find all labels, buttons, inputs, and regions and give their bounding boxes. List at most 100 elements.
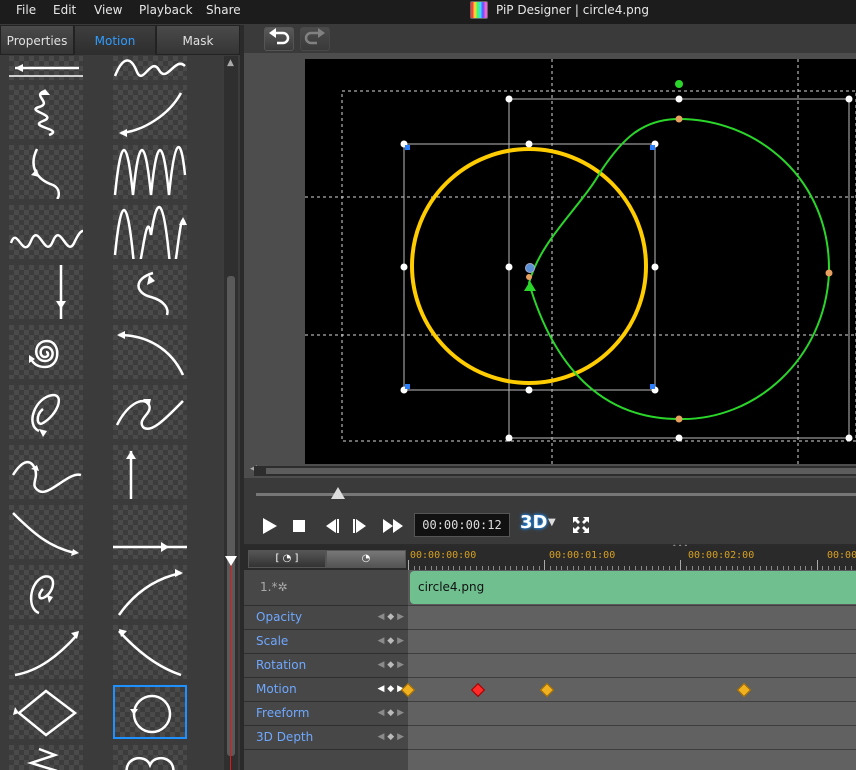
previous-frame-button[interactable]	[318, 515, 344, 537]
preset-left-arrow-line[interactable]	[9, 56, 83, 80]
menu-share[interactable]: Share	[206, 1, 241, 19]
current-keyframe[interactable]	[470, 682, 485, 698]
track-freeform[interactable]: Freeform ◀ ◆ ▶	[244, 701, 408, 725]
playhead-handle[interactable]	[225, 556, 237, 566]
preset-s-curve-down[interactable]	[113, 265, 187, 319]
lane-3d-depth[interactable]	[408, 725, 856, 749]
menu-file[interactable]: File	[16, 1, 36, 19]
anchor-point[interactable]	[525, 263, 535, 273]
vertical-up-icon	[126, 451, 136, 499]
preset-arc-down-right[interactable]	[113, 625, 187, 679]
preset-spiral[interactable]	[9, 325, 83, 379]
hscrollbar-thumb[interactable]	[266, 468, 856, 474]
lane-scale[interactable]	[408, 629, 856, 653]
diamond-icon	[13, 689, 78, 737]
ruler-label-2: 00:00:02:00	[688, 550, 755, 561]
stop-button[interactable]	[286, 515, 312, 537]
preview-area	[244, 53, 856, 478]
preset-heart[interactable]	[113, 745, 187, 770]
preset-zigzag-curve[interactable]	[113, 385, 187, 439]
preset-curve-up-right[interactable]	[113, 85, 187, 139]
scrollbar-thumb[interactable]	[227, 276, 235, 756]
preset-s-loop[interactable]	[9, 445, 83, 499]
preset-wave-line[interactable]	[113, 56, 187, 80]
loop-up-icon	[30, 575, 55, 615]
fast-forward-button[interactable]	[380, 515, 406, 537]
window-title: PiP Designer | circle4.png	[470, 0, 649, 20]
timeline-header-left: [ ◔ ] ◔	[244, 546, 408, 570]
preview-hscrollbar[interactable]	[254, 466, 856, 476]
preset-arc-up-right[interactable]	[113, 565, 187, 619]
lane-opacity[interactable]	[408, 605, 856, 629]
preview-canvas[interactable]	[305, 59, 856, 464]
preset-diagonal-down[interactable]	[9, 505, 83, 559]
lane-freeform[interactable]	[408, 701, 856, 725]
preset-horizontal-right[interactable]	[113, 505, 187, 559]
preset-small-wave[interactable]	[9, 205, 83, 259]
timeline-view-toggle-left[interactable]: [ ◔ ]	[248, 550, 326, 568]
ruler-tick	[680, 560, 682, 570]
next-frame-icon	[353, 519, 366, 533]
ruler-label-0: 00:00:00:00	[410, 550, 477, 561]
preset-arc-right[interactable]	[113, 325, 187, 379]
preset-tall-wave[interactable]	[113, 205, 187, 259]
3d-mode-button[interactable]: 3D	[520, 512, 547, 533]
preset-zigzag[interactable]	[9, 745, 83, 770]
fullscreen-button[interactable]	[570, 514, 592, 536]
keyframe-controls[interactable]: ◀ ◆ ▶	[377, 630, 404, 652]
track-scale[interactable]: Scale ◀ ◆ ▶	[244, 629, 408, 653]
lane-rotation[interactable]	[408, 653, 856, 677]
preset-vertical-down[interactable]	[9, 265, 83, 319]
preset-large-wave[interactable]	[113, 145, 187, 199]
menu-view[interactable]: View	[94, 1, 122, 19]
track-empty	[244, 749, 408, 770]
motion-keyframe[interactable]	[736, 682, 751, 698]
3d-dropdown-arrow-icon[interactable]: ▼	[548, 517, 556, 528]
keyframe-controls[interactable]: ◀ ◆ ▶	[377, 654, 404, 676]
preset-squiggle-down[interactable]	[9, 85, 83, 139]
arc-right-icon	[117, 331, 185, 376]
keyframe-controls[interactable]: ◀ ◆ ▶	[377, 606, 404, 628]
menu-edit[interactable]: Edit	[53, 1, 76, 19]
tab-motion[interactable]: Motion	[74, 25, 156, 55]
s-curve-down-icon	[137, 271, 169, 316]
redo-button[interactable]	[300, 27, 330, 51]
track-motion-label: Motion	[256, 682, 297, 696]
media-clip[interactable]: circle4.png	[410, 571, 856, 604]
preset-scrollbar[interactable]: ▲	[224, 56, 238, 770]
fast-forward-icon	[383, 519, 403, 533]
tab-mask[interactable]: Mask	[156, 25, 240, 55]
preset-circle-path[interactable]	[113, 685, 187, 739]
keyframe-controls[interactable]: ◀ ◆ ▶	[377, 702, 404, 724]
playhead-line[interactable]	[230, 556, 231, 770]
track-motion[interactable]: Motion ◀ ◆ ▶	[244, 677, 408, 701]
preset-diagonal-up-right[interactable]	[9, 625, 83, 679]
zoom-slider-track[interactable]	[256, 493, 856, 496]
preset-loop-up[interactable]	[9, 565, 83, 619]
zoom-slider-knob[interactable]	[331, 487, 345, 499]
track-3d-depth[interactable]: 3D Depth ◀ ◆ ▶	[244, 725, 408, 749]
menu-playback[interactable]: Playback	[139, 1, 193, 19]
undo-button[interactable]	[264, 27, 294, 51]
next-frame-button[interactable]	[348, 515, 374, 537]
timeline-ruler[interactable]: 00:00:00:00 00:00:01:00 00:00:02:00 00:0…	[408, 546, 856, 570]
timeline-view-toggle-right[interactable]: ◔	[326, 550, 406, 568]
rotate-handle[interactable]	[675, 80, 683, 88]
motion-keyframe[interactable]	[539, 682, 555, 698]
lane-motion[interactable]	[400, 677, 856, 701]
preset-vertical-up[interactable]	[113, 445, 187, 499]
track-rotation[interactable]: Rotation ◀ ◆ ▶	[244, 653, 408, 677]
play-button[interactable]	[256, 515, 282, 537]
scroll-up-arrow-icon[interactable]: ▲	[227, 58, 234, 68]
wave-line-icon	[113, 59, 186, 77]
timecode-display: 00:00:00:12	[414, 513, 510, 537]
keyframe-controls[interactable]: ◀ ◆ ▶	[377, 726, 404, 748]
path-start-arrow-icon	[524, 281, 536, 291]
track-opacity[interactable]: Opacity ◀ ◆ ▶	[244, 605, 408, 629]
ruler-tick	[408, 560, 409, 570]
preset-diamond[interactable]	[9, 685, 83, 739]
vertical-down-icon	[56, 265, 66, 319]
preset-hook-left[interactable]	[9, 145, 83, 199]
preset-oval-loop[interactable]	[9, 385, 83, 439]
tab-properties[interactable]: Properties	[0, 25, 74, 55]
